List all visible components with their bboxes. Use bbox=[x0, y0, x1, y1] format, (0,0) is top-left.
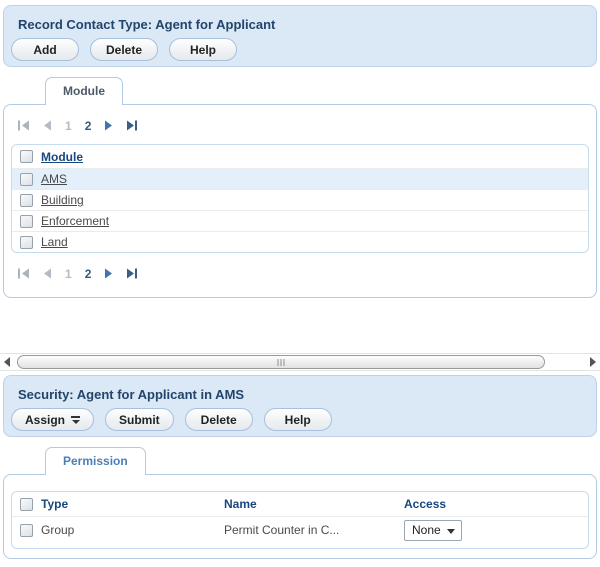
page-number-current: 1 bbox=[65, 267, 72, 281]
module-column-header[interactable]: Module bbox=[41, 150, 83, 164]
table-row[interactable]: Building bbox=[12, 189, 588, 210]
help-button[interactable]: Help bbox=[169, 38, 237, 61]
module-table: Module AMS Building Enforcement Land bbox=[11, 144, 589, 253]
next-page-icon[interactable] bbox=[104, 268, 113, 279]
access-select-value: None bbox=[412, 523, 441, 537]
row-checkbox[interactable] bbox=[20, 194, 33, 207]
scroll-right-icon[interactable] bbox=[590, 357, 596, 367]
module-row-link[interactable]: Land bbox=[41, 235, 68, 249]
scrollbar-thumb[interactable] bbox=[17, 355, 545, 369]
pagination-bottom: 1 2 bbox=[4, 267, 596, 280]
permission-table: Type Name Access Group Permit Counter in… bbox=[11, 491, 589, 549]
record-contact-title: Record Contact Type: Agent for Applicant bbox=[4, 6, 596, 32]
page-number-link[interactable]: 2 bbox=[85, 267, 92, 281]
assign-button-label: Assign bbox=[25, 413, 65, 427]
module-row-link[interactable]: AMS bbox=[41, 172, 67, 186]
record-contact-toolbar: Add Delete Help bbox=[4, 38, 596, 61]
name-column-header: Name bbox=[224, 497, 404, 511]
delete-button[interactable]: Delete bbox=[185, 408, 253, 431]
select-all-checkbox[interactable] bbox=[20, 498, 33, 511]
prev-page-icon bbox=[43, 120, 52, 131]
security-toolbar: Assign Submit Delete Help bbox=[4, 408, 596, 431]
prev-page-icon bbox=[43, 268, 52, 279]
menu-caret-icon bbox=[71, 416, 80, 424]
access-column-header: Access bbox=[404, 497, 580, 511]
tab-permission[interactable]: Permission bbox=[45, 447, 146, 475]
select-all-checkbox[interactable] bbox=[20, 150, 33, 163]
module-list-panel: 1 2 Module AMS Building Enforcement Land bbox=[3, 104, 597, 298]
row-checkbox[interactable] bbox=[20, 524, 33, 537]
horizontal-scrollbar[interactable] bbox=[0, 353, 600, 371]
last-page-icon[interactable] bbox=[126, 268, 138, 279]
first-page-icon bbox=[18, 268, 30, 279]
type-column-header: Type bbox=[41, 497, 68, 511]
record-contact-header-panel: Record Contact Type: Agent for Applicant… bbox=[3, 5, 597, 67]
table-row[interactable]: Group Permit Counter in C... None bbox=[12, 516, 588, 543]
row-checkbox[interactable] bbox=[20, 236, 33, 249]
row-checkbox[interactable] bbox=[20, 173, 33, 186]
first-page-icon bbox=[18, 120, 30, 131]
table-row[interactable]: Enforcement bbox=[12, 210, 588, 231]
submit-button[interactable]: Submit bbox=[105, 408, 174, 431]
module-table-header-row: Module bbox=[12, 145, 588, 168]
table-row[interactable]: Land bbox=[12, 231, 588, 252]
chevron-down-icon bbox=[447, 529, 455, 534]
module-row-link[interactable]: Building bbox=[41, 193, 84, 207]
permission-panel: Type Name Access Group Permit Counter in… bbox=[3, 474, 597, 559]
scrollbar-grip-icon bbox=[278, 359, 285, 366]
pagination-top: 1 2 bbox=[4, 119, 596, 132]
type-cell: Group bbox=[41, 523, 74, 537]
help-button[interactable]: Help bbox=[264, 408, 332, 431]
page-number-link[interactable]: 2 bbox=[85, 119, 92, 133]
last-page-icon[interactable] bbox=[126, 120, 138, 131]
access-select[interactable]: None bbox=[404, 520, 462, 541]
page-number-current: 1 bbox=[65, 119, 72, 133]
table-row[interactable]: AMS bbox=[12, 168, 588, 189]
name-cell: Permit Counter in C... bbox=[224, 523, 404, 537]
delete-button[interactable]: Delete bbox=[90, 38, 158, 61]
module-row-link[interactable]: Enforcement bbox=[41, 214, 109, 228]
permission-table-header-row: Type Name Access bbox=[12, 492, 588, 516]
add-button[interactable]: Add bbox=[11, 38, 79, 61]
row-checkbox[interactable] bbox=[20, 215, 33, 228]
scroll-left-icon[interactable] bbox=[4, 357, 10, 367]
tab-module[interactable]: Module bbox=[45, 77, 123, 105]
assign-menu-button[interactable]: Assign bbox=[11, 408, 94, 431]
security-title: Security: Agent for Applicant in AMS bbox=[4, 376, 596, 402]
next-page-icon[interactable] bbox=[104, 120, 113, 131]
security-header-panel: Security: Agent for Applicant in AMS Ass… bbox=[3, 375, 597, 437]
